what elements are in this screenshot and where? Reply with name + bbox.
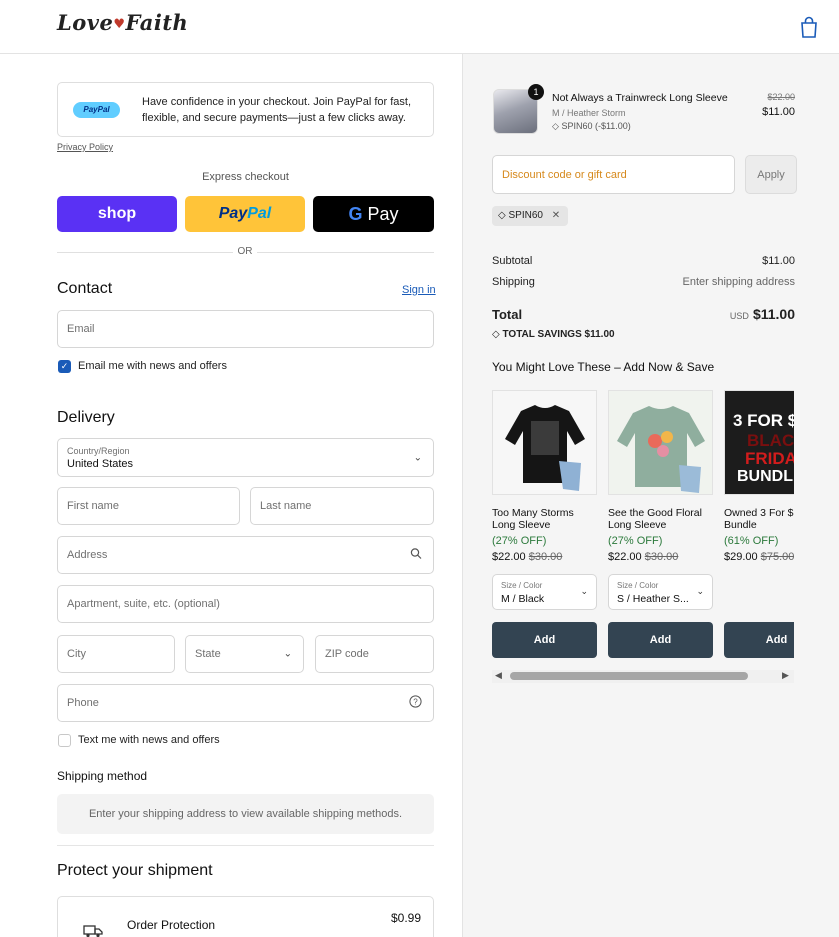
chevron-down-icon: ⌄ bbox=[580, 586, 588, 596]
svg-text:?: ? bbox=[413, 698, 418, 707]
product-price: $29.00 $75.00 bbox=[724, 551, 794, 563]
chevron-down-icon: ⌄ bbox=[283, 648, 292, 660]
contact-heading: Contact bbox=[57, 280, 113, 297]
add-button[interactable]: Add bbox=[608, 622, 713, 658]
order-protection-title: Order Protection bbox=[127, 918, 216, 932]
shopping-bag-icon[interactable] bbox=[796, 14, 822, 40]
paypal-banner-text: Have confidence in your checkout. Join P… bbox=[142, 96, 412, 124]
product-name[interactable]: Owned 3 For $29 Bundle bbox=[724, 507, 794, 531]
product-discount: (61% OFF) bbox=[724, 535, 779, 547]
shipping-label: Shipping bbox=[492, 276, 535, 288]
currency-label: USD bbox=[729, 311, 749, 321]
city-field[interactable]: City bbox=[57, 635, 175, 673]
product-image[interactable] bbox=[608, 390, 713, 495]
text-news-label: Text me with news and offers bbox=[78, 734, 220, 746]
quantity-badge: 1 bbox=[528, 84, 544, 100]
tag-icon: ◇ bbox=[492, 329, 500, 340]
add-button[interactable]: Add bbox=[724, 622, 794, 658]
product-image[interactable] bbox=[492, 390, 597, 495]
applied-discount-tag: ◇ SPIN60 ✕ bbox=[492, 206, 569, 226]
order-protection-price: $0.99 bbox=[390, 911, 421, 925]
cart-item-price: $11.00 bbox=[762, 106, 795, 118]
state-select[interactable]: State ⌄ bbox=[185, 635, 304, 673]
cart-item-original-price: $22.00 bbox=[767, 92, 795, 102]
tag-icon: ◇ bbox=[498, 210, 506, 221]
privacy-policy-link[interactable]: Privacy Policy bbox=[57, 142, 113, 152]
cart-item-name: Not Always a Trainwreck Long Sleeve bbox=[552, 92, 728, 104]
product-discount: (27% OFF) bbox=[492, 535, 547, 547]
zip-field[interactable]: ZIP code bbox=[315, 635, 434, 673]
google-g-icon: G bbox=[348, 204, 363, 224]
apartment-field[interactable]: Apartment, suite, etc. (optional) bbox=[57, 585, 434, 623]
apply-button[interactable]: Apply bbox=[745, 155, 797, 194]
help-icon[interactable]: ? bbox=[409, 695, 422, 711]
paypal-banner: PayPal Have confidence in your checkout.… bbox=[57, 82, 434, 137]
subtotal-value: $11.00 bbox=[762, 255, 795, 267]
upsell-product-card: See the Good Floral Long Sleeve (27% OFF… bbox=[608, 390, 713, 658]
divider bbox=[57, 845, 434, 846]
email-field[interactable]: Email bbox=[57, 310, 434, 348]
product-price: $22.00 $30.00 bbox=[492, 551, 563, 563]
product-image[interactable]: 3 FOR $ BLACK FRIDAY BUNDLE bbox=[724, 390, 794, 495]
last-name-field[interactable]: Last name bbox=[250, 487, 434, 525]
shipping-method-heading: Shipping method bbox=[57, 769, 148, 783]
product-name[interactable]: See the Good Floral Long Sleeve bbox=[608, 507, 713, 531]
shipping-method-message: Enter your shipping address to view avai… bbox=[57, 794, 434, 834]
phone-field[interactable]: Phone ? bbox=[57, 684, 434, 722]
variant-select[interactable]: Size / Color M / Black ⌄ bbox=[492, 574, 597, 610]
heart-icon: ♥ bbox=[113, 17, 126, 32]
delivery-heading: Delivery bbox=[57, 409, 115, 426]
add-button[interactable]: Add bbox=[492, 622, 597, 658]
order-protection-box[interactable]: Order Protection $0.99 bbox=[57, 896, 434, 937]
variant-select[interactable]: Size / Color S / Heather S... ⌄ bbox=[608, 574, 713, 610]
country-select[interactable]: Country/Region United States ⌄ bbox=[57, 438, 434, 477]
scroll-right-icon[interactable]: ▶ bbox=[782, 670, 789, 681]
search-icon bbox=[410, 548, 422, 563]
paypal-button[interactable]: PayPal bbox=[185, 196, 305, 232]
express-checkout-label: Express checkout bbox=[202, 171, 289, 183]
truck-icon bbox=[83, 924, 103, 937]
shop-pay-button[interactable]: shop bbox=[57, 196, 177, 232]
cart-item-discount: ◇ SPIN60 (-$11.00) bbox=[552, 121, 631, 131]
email-news-label: Email me with news and offers bbox=[78, 360, 227, 372]
google-pay-button[interactable]: G Pay bbox=[313, 196, 434, 232]
text-news-checkbox[interactable] bbox=[58, 734, 71, 747]
product-thumbnail: 1 bbox=[493, 84, 544, 134]
or-label: OR bbox=[233, 246, 257, 257]
remove-discount-icon[interactable]: ✕ bbox=[552, 210, 560, 221]
total-label: Total bbox=[492, 307, 523, 322]
paypal-badge: PayPal bbox=[73, 102, 120, 118]
chevron-down-icon: ⌄ bbox=[696, 586, 704, 596]
shipping-value: Enter shipping address bbox=[682, 276, 795, 288]
product-discount: (27% OFF) bbox=[608, 535, 663, 547]
product-price: $22.00 $30.00 bbox=[608, 551, 679, 563]
email-news-checkbox[interactable]: ✓ bbox=[58, 360, 71, 373]
total-savings: ◇ TOTAL SAVINGS $11.00 bbox=[492, 329, 615, 340]
store-logo[interactable]: Love♥Faith bbox=[57, 10, 188, 35]
subtotal-label: Subtotal bbox=[492, 255, 533, 267]
protect-heading: Protect your shipment bbox=[57, 862, 213, 879]
carousel-scrollbar-thumb[interactable] bbox=[510, 672, 748, 680]
total-value: $11.00 bbox=[752, 306, 795, 322]
total-value-group: USD $11.00 bbox=[730, 306, 795, 322]
cart-item-variant: M / Heather Storm bbox=[552, 108, 626, 118]
scroll-left-icon[interactable]: ◀ bbox=[495, 670, 502, 681]
upsell-heading: You Might Love These – Add Now & Save bbox=[492, 360, 715, 374]
upsell-product-card: 3 FOR $ BLACK FRIDAY BUNDLE Owned 3 For … bbox=[724, 390, 794, 658]
discount-code-input[interactable]: Discount code or gift card bbox=[492, 155, 735, 194]
address-field[interactable]: Address bbox=[57, 536, 434, 574]
sign-in-link[interactable]: Sign in bbox=[402, 284, 436, 296]
header: Love♥Faith bbox=[0, 0, 839, 54]
upsell-carousel: Too Many Storms Long Sleeve (27% OFF) $2… bbox=[492, 390, 794, 670]
upsell-product-card: Too Many Storms Long Sleeve (27% OFF) $2… bbox=[492, 390, 597, 658]
chevron-down-icon: ⌄ bbox=[413, 452, 422, 463]
tag-icon: ◇ bbox=[552, 121, 559, 131]
product-name[interactable]: Too Many Storms Long Sleeve bbox=[492, 507, 597, 531]
first-name-field[interactable]: First name bbox=[57, 487, 240, 525]
